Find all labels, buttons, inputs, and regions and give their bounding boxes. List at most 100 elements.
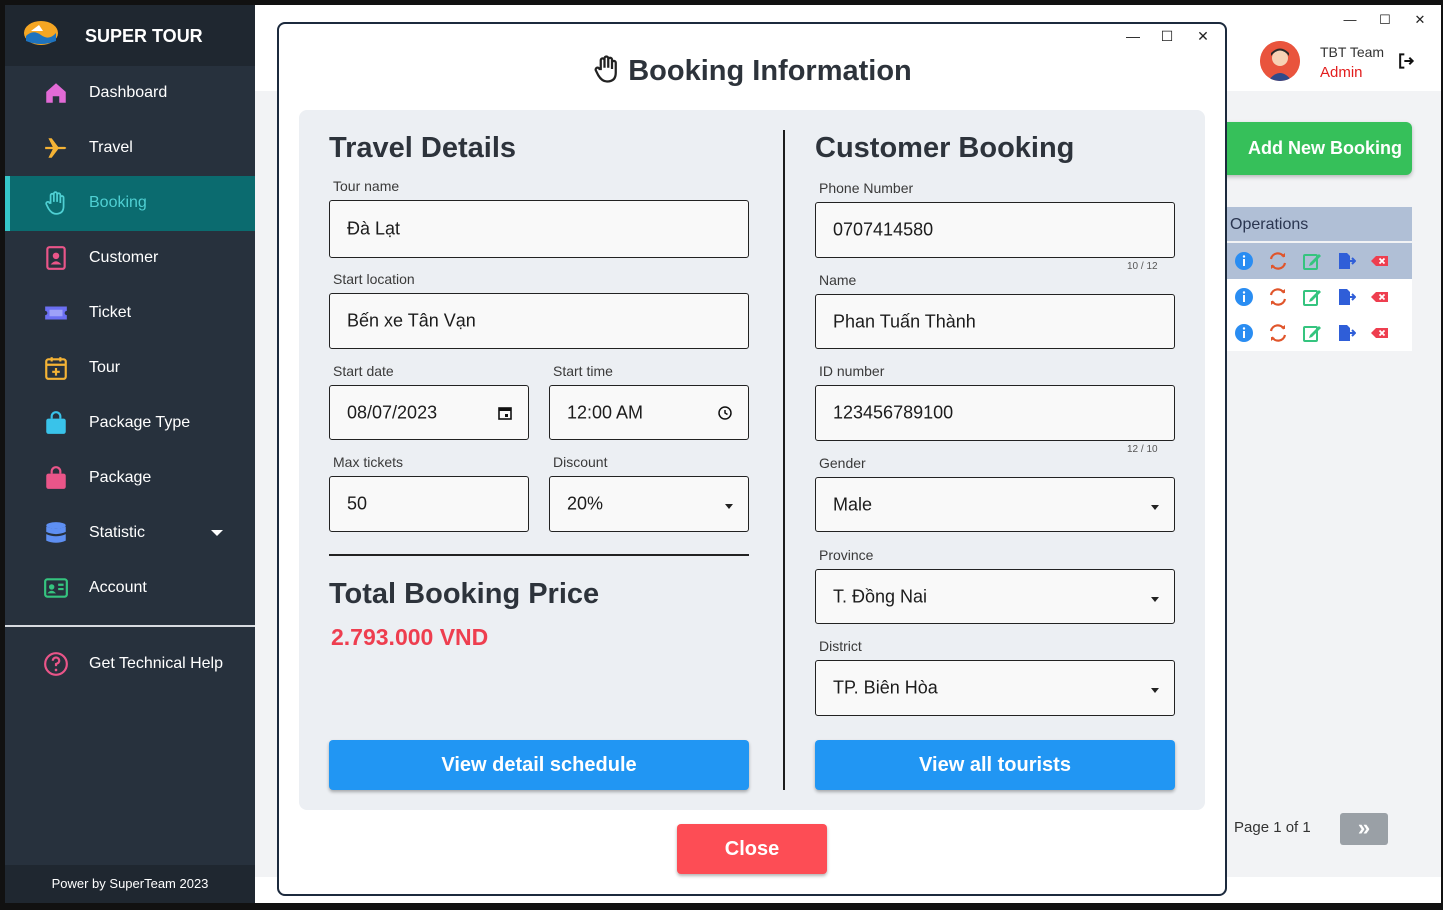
sidebar-item-statistic[interactable]: Statistic [5, 506, 255, 561]
dropdown-arrow-icon [725, 504, 733, 509]
dialog-maximize-button[interactable]: ☐ [1157, 28, 1177, 45]
sidebar-item-label: Booking [89, 194, 147, 211]
district-select[interactable]: TP. Biên Hòa [815, 660, 1175, 716]
start-location-label: Start location [333, 271, 415, 287]
export-icon[interactable] [1336, 251, 1356, 271]
info-icon[interactable] [1234, 287, 1254, 307]
ticket-icon [45, 306, 67, 320]
dialog-close-button[interactable]: ✕ [1193, 28, 1213, 45]
province-label: Province [819, 547, 874, 563]
sidebar-item-customer[interactable]: Customer [5, 231, 255, 286]
start-date-field[interactable]: 08/07/2023 [329, 385, 529, 440]
view-detail-schedule-button[interactable]: View detail schedule [329, 740, 749, 790]
phone-number-value: 0707414580 [833, 219, 934, 240]
phone-number-label: Phone Number [819, 180, 914, 196]
sidebar-item-label: Account [89, 579, 147, 596]
operations-header-label: Operations [1230, 216, 1309, 233]
add-new-booking-label: Add New Booking [1248, 138, 1402, 158]
id-card-icon [44, 578, 68, 598]
phone-char-counter: 10 / 12 [1127, 261, 1158, 272]
phone-number-field[interactable]: 0707414580 [815, 202, 1175, 258]
start-location-value: Bến xe Tân Vạn [347, 310, 476, 331]
operations-header: Operations [1226, 207, 1412, 241]
start-time-field[interactable]: 12:00 AM [549, 385, 749, 440]
gender-select[interactable]: Male [815, 477, 1175, 532]
dialog-title-text: Booking Information [628, 55, 912, 87]
table-row [1226, 279, 1412, 315]
column-divider [783, 130, 785, 790]
window-close-button[interactable]: ✕ [1410, 12, 1430, 28]
start-date-label: Start date [333, 363, 394, 379]
chevron-down-icon[interactable] [211, 530, 223, 536]
start-time-value: 12:00 AM [567, 402, 644, 422]
discount-value: 20% [567, 493, 604, 514]
database-icon [46, 522, 66, 543]
clock-icon[interactable] [717, 405, 733, 421]
sidebar-item-dashboard[interactable]: Dashboard [5, 66, 255, 121]
booking-information-dialog: — ☐ ✕ Booking Information Travel Details… [277, 22, 1227, 896]
sidebar-item-tour[interactable]: Tour [5, 341, 255, 396]
user-role: Admin [1320, 64, 1363, 81]
sidebar-item-booking[interactable]: Booking [5, 176, 255, 231]
gender-value: Male [833, 494, 873, 514]
total-booking-price-title: Total Booking Price [329, 578, 600, 610]
tour-name-label: Tour name [333, 178, 400, 194]
delete-icon[interactable] [1370, 287, 1390, 307]
info-icon[interactable] [1234, 323, 1254, 343]
contact-icon [46, 246, 66, 270]
edit-icon[interactable] [1302, 323, 1322, 343]
tour-name-field[interactable]: Đà Lạt [329, 200, 749, 258]
export-icon[interactable] [1336, 323, 1356, 343]
sidebar-item-account[interactable]: Account [5, 561, 255, 616]
sidebar-item-label: Statistic [89, 524, 146, 541]
next-page-button[interactable]: » [1340, 813, 1388, 845]
dropdown-arrow-icon [1151, 504, 1159, 510]
name-field[interactable]: Phan Tuấn Thành [815, 294, 1175, 349]
refresh-icon[interactable] [1268, 323, 1288, 343]
plane-icon [45, 138, 67, 158]
edit-icon[interactable] [1302, 287, 1322, 307]
table-row [1226, 243, 1412, 279]
dropdown-arrow-icon [1151, 688, 1159, 693]
sidebar-item-package-type[interactable]: Package Type [5, 396, 255, 451]
max-tickets-value: 50 [347, 493, 368, 514]
view-all-tourists-button[interactable]: View all tourists [815, 740, 1175, 790]
export-icon[interactable] [1336, 287, 1356, 307]
max-tickets-field[interactable]: 50 [329, 476, 529, 532]
window-maximize-button[interactable]: ☐ [1375, 12, 1395, 28]
district-value: TP. Biên Hòa [833, 677, 938, 698]
info-icon[interactable] [1234, 251, 1254, 271]
window-minimize-button[interactable]: — [1340, 12, 1360, 27]
avatar[interactable] [1260, 41, 1300, 81]
dropdown-arrow-icon [1151, 596, 1159, 602]
start-location-field[interactable]: Bến xe Tân Vạn [329, 293, 749, 349]
sidebar-item-label: Travel [89, 139, 133, 156]
edit-icon[interactable] [1302, 251, 1322, 271]
discount-select[interactable]: 20% [549, 476, 749, 532]
app-window: SUPER TOUR Dashboard Travel Booking Cust… [5, 5, 1441, 903]
delete-icon[interactable] [1370, 323, 1390, 343]
page-info: Page 1 of 1 [1234, 819, 1311, 836]
sidebar-item-label: Customer [89, 249, 159, 266]
dialog-minimize-button[interactable]: — [1123, 28, 1143, 44]
sidebar-item-label: Package [89, 469, 152, 486]
sidebar-item-travel[interactable]: Travel [5, 121, 255, 176]
name-value: Phan Tuấn Thành [833, 311, 976, 331]
sidebar-item-ticket[interactable]: Ticket [5, 286, 255, 341]
refresh-icon[interactable] [1268, 251, 1288, 271]
bag-icon [46, 411, 66, 434]
hand-icon [45, 191, 65, 215]
start-time-label: Start time [553, 363, 613, 379]
calendar-icon[interactable] [497, 405, 513, 421]
sidebar-item-help[interactable]: Get Technical Help [5, 637, 255, 692]
avatar-icon [1260, 41, 1300, 81]
delete-icon[interactable] [1370, 251, 1390, 271]
refresh-icon[interactable] [1268, 287, 1288, 307]
sidebar-item-package[interactable]: Package [5, 451, 255, 506]
id-number-field[interactable]: 123456789100 [815, 385, 1175, 441]
logout-icon[interactable] [1396, 51, 1416, 71]
sidebar-item-label: Dashboard [89, 84, 168, 101]
app-name: SUPER TOUR [85, 26, 203, 46]
province-select[interactable]: T. Đồng Nai [815, 569, 1175, 624]
close-button[interactable]: Close [677, 824, 827, 874]
